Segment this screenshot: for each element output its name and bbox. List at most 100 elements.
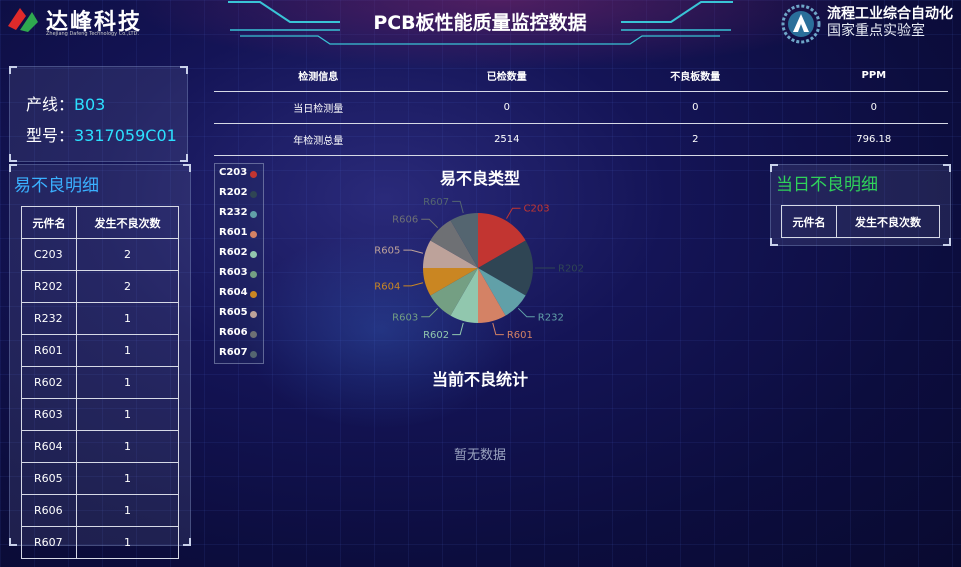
legend-item-r232[interactable]: R232 <box>219 207 248 218</box>
component-name-cell: C203 <box>21 238 77 271</box>
table-row: R602 1 <box>21 366 179 399</box>
legend-color-dot <box>250 191 257 198</box>
pie-label: R601 <box>507 330 533 341</box>
component-name-cell: R605 <box>21 462 77 495</box>
stats-cell: 2514 <box>422 123 592 156</box>
lab-name-line2: 国家重点实验室 <box>827 23 925 39</box>
company-logo-icon <box>8 8 38 32</box>
page-title: PCB板性能质量监控数据 <box>373 12 587 34</box>
legend-color-dot <box>250 171 257 178</box>
component-name-cell: R202 <box>21 270 77 303</box>
defect-count-cell: 1 <box>76 366 179 399</box>
pie-legend: C203 R202 R232 R601 R602 R603 R604 R605 R606 R607 <box>214 163 264 364</box>
inspection-stats: 检测信息 已检数量 不良板数量 PPM 当日检测量 0 0 0 年检测总量 25… <box>214 60 948 156</box>
component-name-cell: R604 <box>21 430 77 463</box>
component-name-cell: R606 <box>21 494 77 527</box>
pie-label: C203 <box>524 204 550 215</box>
legend-item-r606[interactable]: R606 <box>219 327 248 338</box>
defect-detail-panel: 易不良明细 元件名 发生不良次数 C203 2 R202 2 R232 1 R601 1 R60… <box>9 164 191 559</box>
legend-color-dot <box>250 311 257 318</box>
pie-label-line <box>403 249 424 254</box>
table-row: R604 1 <box>21 430 179 463</box>
defect-detail-title: 易不良明细 <box>14 176 99 196</box>
no-data-text: 暂无数据 <box>453 448 506 463</box>
table-row: R232 1 <box>21 302 179 335</box>
table-row: R606 1 <box>21 494 179 527</box>
pie-label: R602 <box>423 330 449 341</box>
defect-count-cell: 1 <box>76 398 179 431</box>
table-row: R603 1 <box>21 398 179 431</box>
pie-label: R603 <box>392 312 418 323</box>
defect-count-cell: 1 <box>76 462 179 495</box>
defect-count-cell: 1 <box>76 334 179 367</box>
today-col-header-defect-count: 发生不良次数 <box>836 205 940 238</box>
current-stats-title: 当前不良统计 <box>431 370 528 389</box>
stats-header-info: 检测信息 <box>214 60 423 92</box>
legend-item-c203[interactable]: C203 <box>219 167 247 178</box>
company-logo: 达峰科技 Zhejiang Dafeng Technology Co.,LTD. <box>6 4 156 40</box>
defect-count-cell: 1 <box>76 526 179 559</box>
stats-cell: 2 <box>591 123 800 156</box>
stats-header-defective: 不良板数量 <box>591 60 800 92</box>
pie-label: R232 <box>538 312 564 323</box>
company-english-name: Zhejiang Dafeng Technology Co.,LTD. <box>46 31 139 37</box>
pie-label-line <box>506 207 521 219</box>
pie-label-line <box>492 322 504 336</box>
legend-item-r601[interactable]: R601 <box>219 227 248 238</box>
legend-color-dot <box>250 231 257 238</box>
line-info-panel: 产线：B03 型号：3317059C01 <box>9 66 188 162</box>
stats-cell: 当日检测量 <box>214 91 423 124</box>
defect-type-pie-chart: C203 R202 R232 R601 R602 R603 R604 R605 R606 R607 <box>374 197 584 341</box>
stats-cell: 0 <box>591 91 800 124</box>
pie-label-line <box>452 322 464 336</box>
stats-row-today: 当日检测量 0 0 0 <box>214 91 948 124</box>
today-detail-panel: 当日不良明细 元件名 发生不良次数 <box>770 164 951 246</box>
table-row: C203 2 <box>21 238 179 271</box>
pie-label: R202 <box>558 264 584 275</box>
stats-row-year: 年检测总量 2514 2 796.18 <box>214 123 948 156</box>
inspection-stats-table: 检测信息 已检数量 不良板数量 PPM 当日检测量 0 0 0 年检测总量 25… <box>214 60 948 156</box>
legend-item-r604[interactable]: R604 <box>219 287 248 298</box>
defect-detail-table: 元件名 发生不良次数 C203 2 R202 2 R232 1 R601 1 R602 1 R603… <box>21 206 179 559</box>
component-name-cell: R607 <box>21 526 77 559</box>
pie-label-line <box>517 307 535 318</box>
defect-count-cell: 1 <box>76 430 179 463</box>
component-name-cell: R601 <box>21 334 77 367</box>
legend-item-r605[interactable]: R605 <box>219 307 248 318</box>
legend-item-r603[interactable]: R603 <box>219 267 248 278</box>
legend-color-dot <box>250 291 257 298</box>
col-header-defect-count: 发生不良次数 <box>76 206 179 239</box>
today-col-header-component: 元件名 <box>781 205 837 238</box>
legend-color-dot <box>250 271 257 278</box>
defect-count-cell: 1 <box>76 302 179 335</box>
model-info: 型号：3317059C01 <box>26 122 177 146</box>
pie-label-line <box>452 200 464 214</box>
line-info: 产线：B03 <box>26 91 105 115</box>
legend-color-dot <box>250 351 257 358</box>
legend-item-r607[interactable]: R607 <box>219 347 248 358</box>
legend-item-r602[interactable]: R602 <box>219 247 248 258</box>
pie-label: R607 <box>423 197 449 208</box>
model-label: 型号： <box>26 126 75 145</box>
line-value: B03 <box>74 95 106 114</box>
stats-header-checked: 已检数量 <box>422 60 592 92</box>
stats-cell: 年检测总量 <box>214 123 423 156</box>
table-row: R601 1 <box>21 334 179 367</box>
legend-item-r202[interactable]: R202 <box>219 187 248 198</box>
legend-color-dot <box>250 331 257 338</box>
model-value: 3317059C01 <box>74 126 177 145</box>
component-name-cell: R232 <box>21 302 77 335</box>
table-row: R202 2 <box>21 270 179 303</box>
pie-label: R604 <box>374 281 400 292</box>
pie-label-line <box>421 218 439 229</box>
component-name-cell: R602 <box>21 366 77 399</box>
pie-label-line <box>403 282 424 287</box>
lab-logo-icon <box>781 4 821 44</box>
line-label: 产线： <box>26 95 75 114</box>
stats-cell: 0 <box>422 91 592 124</box>
table-row: R607 1 <box>21 526 179 559</box>
pie-label-line <box>421 307 439 318</box>
legend-color-dot <box>250 251 257 258</box>
stats-header-ppm: PPM <box>799 60 948 92</box>
defect-detail-body: C203 2 R202 2 R232 1 R601 1 R602 1 R603 1 R604 1 R605 1… <box>21 238 179 559</box>
